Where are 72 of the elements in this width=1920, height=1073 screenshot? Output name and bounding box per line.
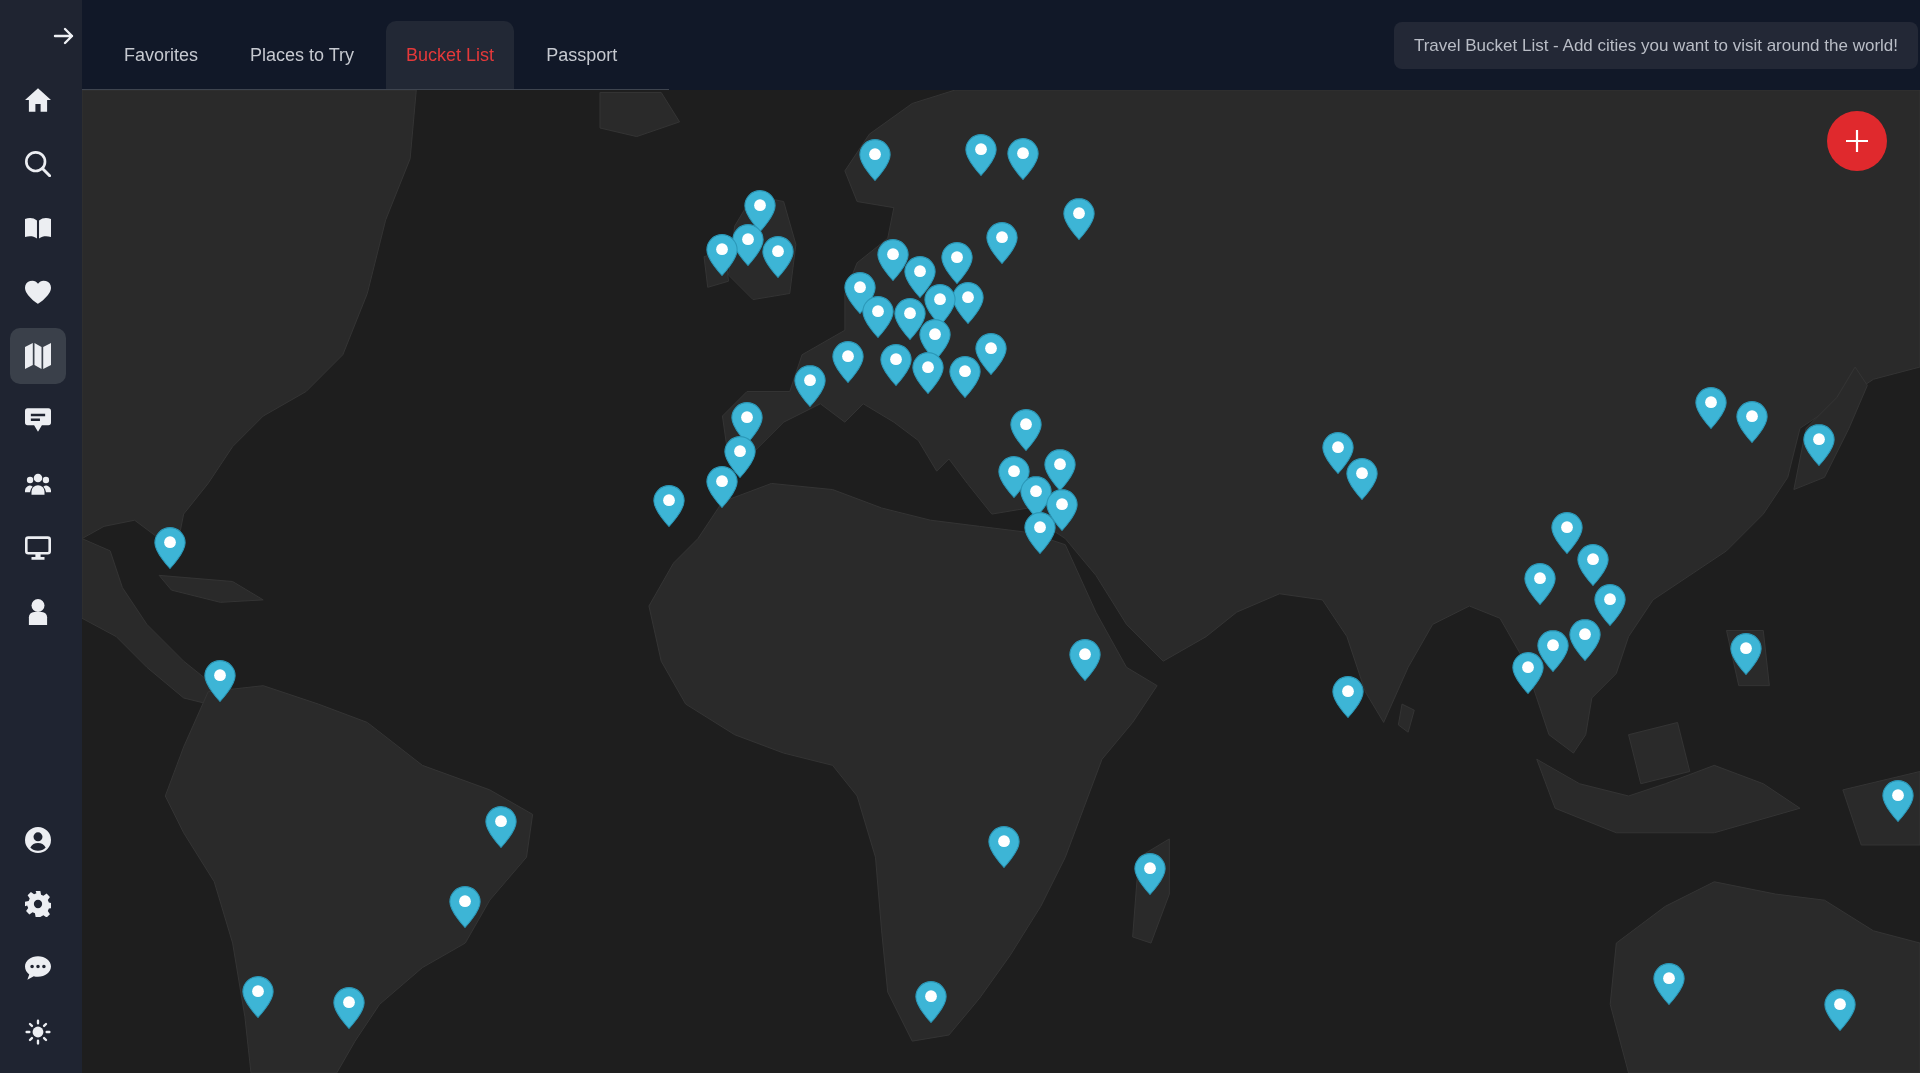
search-icon [25,151,51,177]
map-pin-icon[interactable] [706,234,738,276]
map-pin-icon[interactable] [952,282,984,324]
map-pin-icon[interactable] [988,826,1020,868]
map-pin-icon[interactable] [1569,619,1601,661]
tab[interactable]: Passport [526,21,638,89]
map-pin-icon[interactable] [1346,458,1378,500]
map-pin-icon[interactable] [1069,639,1101,681]
map-pin-icon[interactable] [1046,489,1078,531]
map-pin-icon[interactable] [965,134,997,176]
people-group-icon [25,471,51,497]
map-pin-icon[interactable] [1024,512,1056,554]
map-pin-icon[interactable] [941,242,973,284]
map-pin-icon[interactable] [859,139,891,181]
map-pin-icon[interactable] [1134,853,1166,895]
map-pin-icon[interactable] [894,298,926,340]
map-pin-icon[interactable] [1551,512,1583,554]
tab[interactable]: Places to Try [230,21,375,89]
map-pin-icon[interactable] [762,236,794,278]
map-pin-icon[interactable] [1695,387,1727,429]
message-icon [25,407,51,433]
map-pin-icon[interactable] [975,333,1007,375]
map-pin-icon[interactable] [1063,198,1095,240]
map-pin-icon[interactable] [449,886,481,928]
map-pin-icon[interactable] [1322,432,1354,474]
tab[interactable]: Bucket List [386,21,515,89]
map-pin-icon[interactable] [706,466,738,508]
map-pin-icon[interactable] [744,190,776,232]
map-pin-icon[interactable] [1524,563,1556,605]
map-pin-icon[interactable] [1730,633,1762,675]
map-pin-icon[interactable] [986,222,1018,264]
map-pin-icon[interactable] [1537,630,1569,672]
map-pin-icon[interactable] [915,981,947,1023]
map-pin-icon[interactable] [1332,676,1364,718]
map-pin-icon[interactable] [862,296,894,338]
map-pin-icon[interactable] [653,485,685,527]
map-pin-icon[interactable] [724,436,756,478]
map-pin-icon[interactable] [904,256,936,298]
map-pin-icon[interactable] [1882,780,1914,822]
map-pin-icon[interactable] [333,987,365,1029]
tab[interactable]: Favorites [104,21,219,89]
map-pin-icon[interactable] [949,356,981,398]
map-pin-icon[interactable] [877,239,909,281]
sun-icon [25,1019,51,1045]
map-pin-icon[interactable] [880,344,912,386]
map-pin-icon[interactable] [1577,544,1609,586]
map-pin-icon[interactable] [242,976,274,1018]
map-pin-icon[interactable] [832,341,864,383]
map-pin-icon[interactable] [1824,989,1856,1031]
map-pin-icon[interactable] [912,352,944,394]
folded-map-icon [25,343,51,369]
map-pin-icon[interactable] [1736,401,1768,443]
map-pin-icon[interactable] [794,365,826,407]
map-pin-icon[interactable] [1803,424,1835,466]
map-pin-icon[interactable] [1512,652,1544,694]
map-pin-icon[interactable] [1007,138,1039,180]
home-icon [25,87,51,113]
map-pin-icon[interactable] [1010,409,1042,451]
map-pin-icon[interactable] [154,527,186,569]
map-pin-icon[interactable] [204,660,236,702]
info-tooltip: Travel Bucket List - Add cities you want to visit around the world! [1393,22,1918,69]
monitor-icon [25,535,51,561]
map-pin-icon[interactable] [1653,963,1685,1005]
heart-icon [25,279,51,305]
chat-bubble-icon [25,955,51,981]
plus-icon [1845,129,1869,153]
map-pin-icon[interactable] [1594,584,1626,626]
open-book-icon [25,215,51,241]
map-pin-icon[interactable] [1044,449,1076,491]
map-pin-icon[interactable] [485,806,517,848]
settings-icon [25,891,51,917]
sidebar-nav-item[interactable] [10,328,66,384]
